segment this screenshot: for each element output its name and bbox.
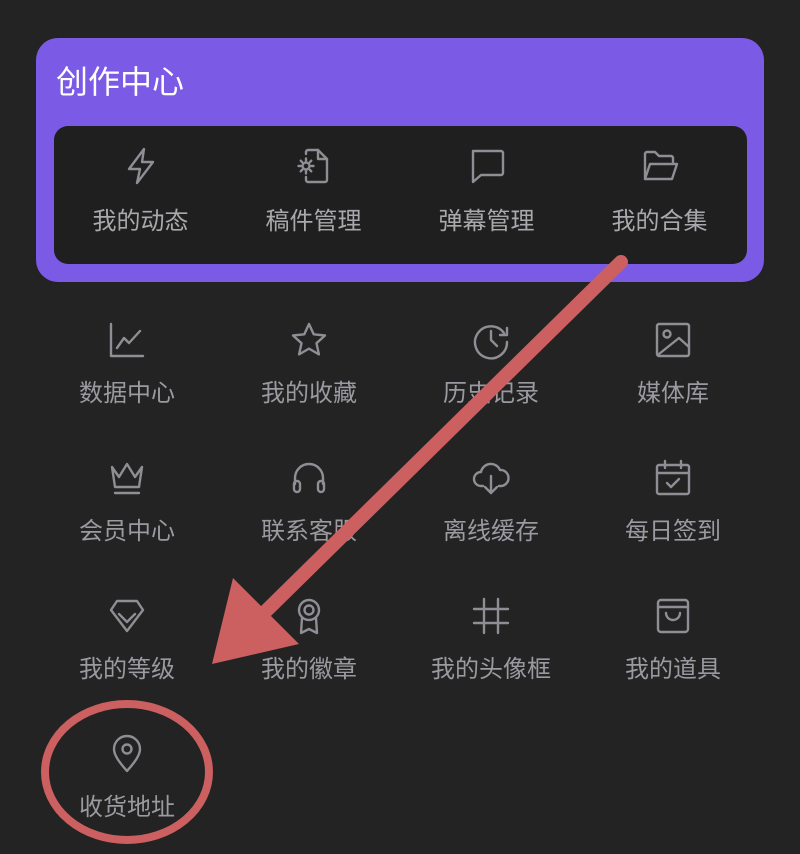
manuscript-management-label: 稿件管理 [265,207,362,235]
frame-hash-icon [471,596,511,636]
my-favorites-button[interactable]: 我的收藏 [218,320,400,440]
creator-center-title: 创作中心 [56,63,185,101]
image-icon [653,320,693,360]
data-center-label: 数据中心 [79,379,175,407]
line-chart-icon [107,320,147,360]
headset-icon [289,458,329,498]
file-gear-icon [294,146,334,186]
folder-open-icon [640,146,680,186]
danmaku-management-label: 弹幕管理 [438,207,535,235]
badge-ribbon-icon [289,596,329,636]
shipping-address-button[interactable]: 收货地址 [36,734,218,854]
avatar-frame-label: 我的头像框 [431,655,551,683]
my-collections-label: 我的合集 [611,207,708,235]
star-icon [289,320,329,360]
danmaku-management-button[interactable]: 弹幕管理 [400,126,573,264]
shopping-bag-icon [653,596,693,636]
my-badges-button[interactable]: 我的徽章 [218,596,400,716]
my-level-label: 我的等级 [79,655,175,683]
daily-checkin-label: 每日签到 [625,517,721,545]
offline-cache-button[interactable]: 离线缓存 [400,458,582,578]
cloud-download-icon [471,458,511,498]
history-label: 历史记录 [443,379,539,407]
media-library-label: 媒体库 [637,379,709,407]
data-center-button[interactable]: 数据中心 [36,320,218,440]
my-badges-label: 我的徽章 [261,655,357,683]
my-favorites-label: 我的收藏 [261,379,357,407]
lightning-icon [121,146,161,186]
calendar-check-icon [653,458,693,498]
map-pin-icon [107,734,147,774]
my-posts-button[interactable]: 我的动态 [54,126,227,264]
creator-center-card: 创作中心 我的动态 稿件管理 弹幕管理 我的合集 [36,38,764,282]
avatar-frame-button[interactable]: 我的头像框 [400,596,582,716]
vip-center-button[interactable]: 会员中心 [36,458,218,578]
history-button[interactable]: 历史记录 [400,320,582,440]
diamond-level-icon [107,596,147,636]
shipping-address-label: 收货地址 [79,793,175,821]
my-level-button[interactable]: 我的等级 [36,596,218,716]
customer-service-label: 联系客服 [261,517,357,545]
chat-bubble-icon [467,146,507,186]
my-items-button[interactable]: 我的道具 [582,596,764,716]
my-collections-button[interactable]: 我的合集 [573,126,746,264]
history-clock-icon [471,320,511,360]
daily-checkin-button[interactable]: 每日签到 [582,458,764,578]
creator-center-panel: 我的动态 稿件管理 弹幕管理 我的合集 [54,126,747,264]
my-posts-label: 我的动态 [92,207,189,235]
vip-center-label: 会员中心 [79,517,175,545]
media-library-button[interactable]: 媒体库 [582,320,764,440]
offline-cache-label: 离线缓存 [443,517,539,545]
crown-icon [107,458,147,498]
my-items-label: 我的道具 [625,655,721,683]
manuscript-management-button[interactable]: 稿件管理 [227,126,400,264]
customer-service-button[interactable]: 联系客服 [218,458,400,578]
